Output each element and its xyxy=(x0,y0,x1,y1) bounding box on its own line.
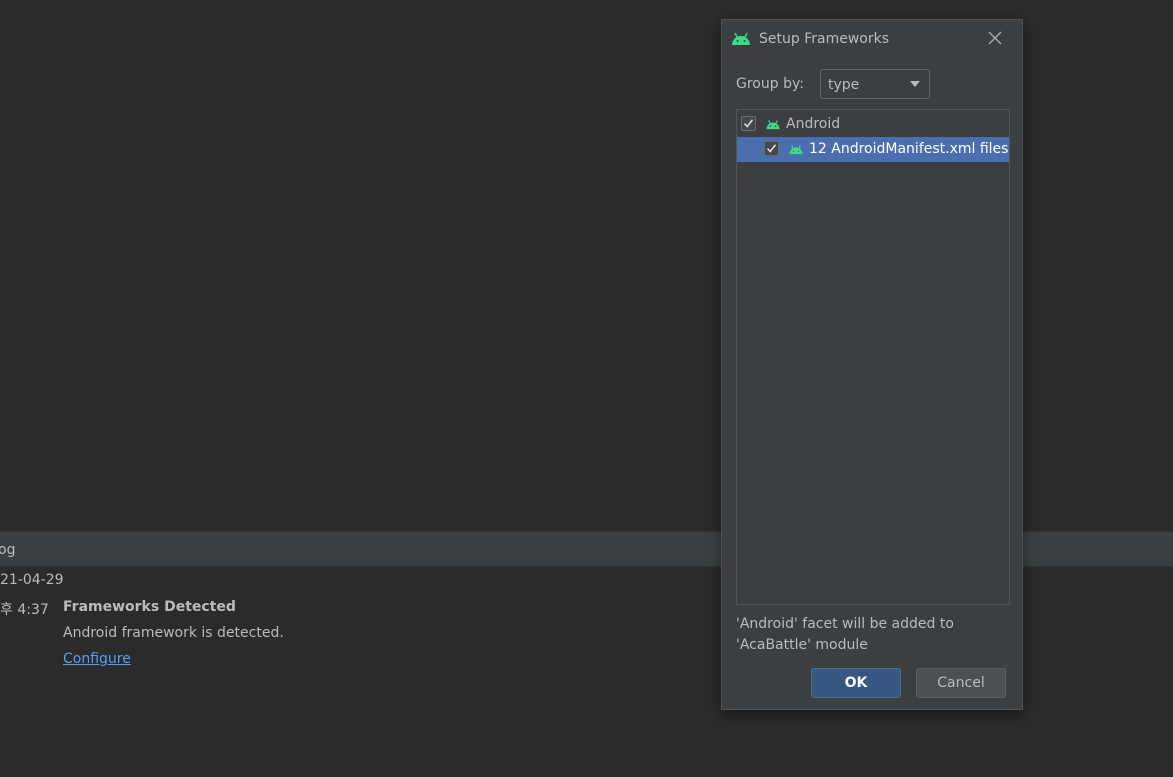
cancel-button[interactable]: Cancel xyxy=(916,668,1006,698)
android-icon xyxy=(766,120,780,130)
checkmark-icon xyxy=(743,119,754,128)
chevron-down-icon xyxy=(910,81,920,87)
tree-item-label: Android xyxy=(786,116,841,132)
log-event-message: Android framework is detected. xyxy=(63,625,284,641)
group-by-value: type xyxy=(828,77,860,93)
android-checkbox[interactable] xyxy=(741,116,756,131)
checkmark-icon xyxy=(766,144,777,153)
configure-link[interactable]: Configure xyxy=(63,651,131,667)
ok-button[interactable]: OK xyxy=(811,668,901,698)
android-icon xyxy=(732,32,750,45)
log-date: 21-04-29 xyxy=(0,572,64,588)
manifest-files-checkbox[interactable] xyxy=(764,141,779,156)
setup-frameworks-dialog: Setup Frameworks Group by: type Android … xyxy=(721,19,1023,710)
facet-message: 'Android' facet will be added to 'AcaBat… xyxy=(736,616,954,653)
dialog-title: Setup Frameworks xyxy=(759,31,889,47)
tree-item-label: 12 AndroidManifest.xml files xyxy=(809,141,1009,157)
log-event-title: Frameworks Detected xyxy=(63,599,236,615)
event-log-title: og xyxy=(0,542,16,558)
tree-item-android[interactable]: Android xyxy=(737,112,1009,137)
tree-item-manifest-files[interactable]: 12 AndroidManifest.xml files xyxy=(737,137,1009,162)
group-by-select[interactable]: type xyxy=(820,69,930,99)
frameworks-tree[interactable]: Android 12 AndroidManifest.xml files xyxy=(736,109,1010,605)
group-by-label: Group by: xyxy=(736,76,804,92)
dialog-titlebar: Setup Frameworks xyxy=(722,20,1022,60)
log-time: 후 4:37 xyxy=(0,602,49,618)
close-icon[interactable] xyxy=(986,29,1004,47)
android-icon xyxy=(789,145,803,155)
